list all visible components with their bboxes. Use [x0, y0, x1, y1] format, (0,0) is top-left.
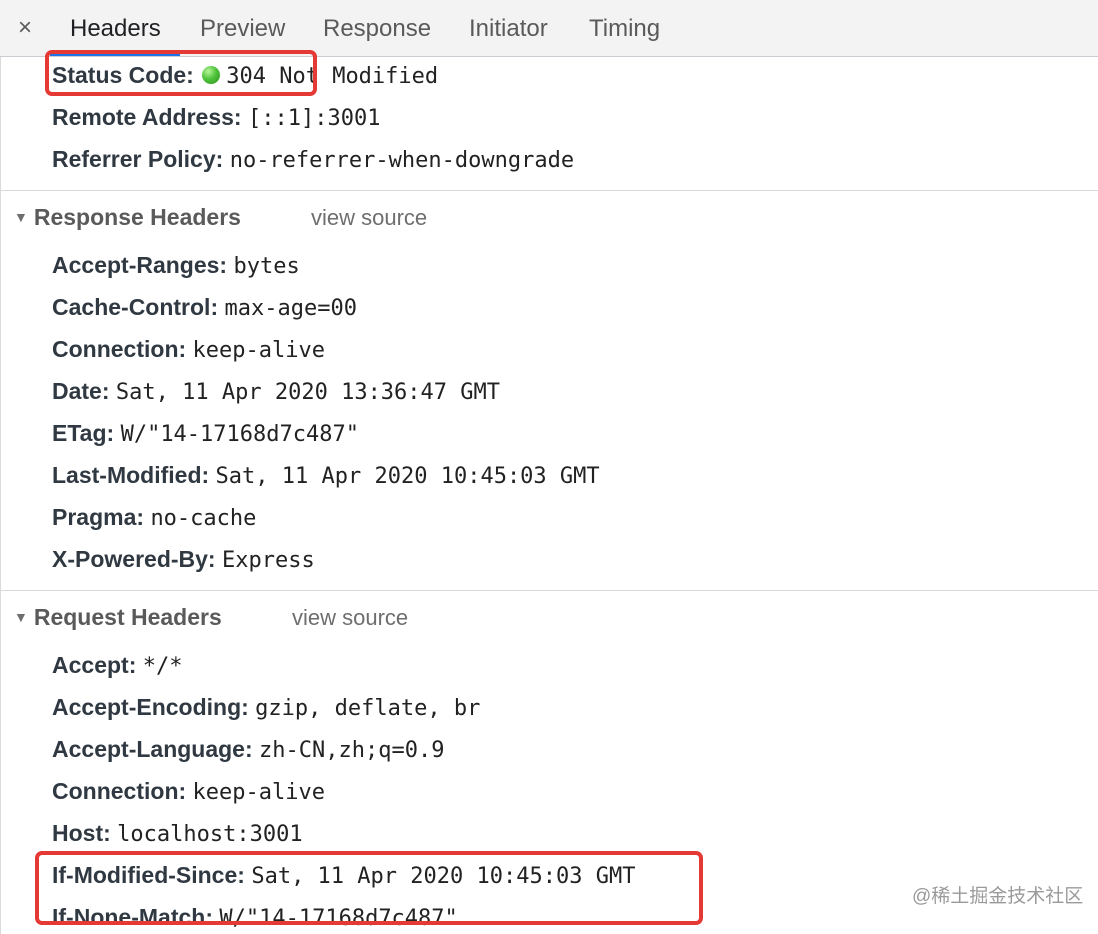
header-value: zh-CN,zh;q=0.9 — [259, 738, 445, 763]
referrer-policy-row: Referrer Policy: no-referrer-when-downgr… — [52, 144, 574, 176]
tab-timing[interactable]: Timing — [589, 14, 660, 44]
header-row: Pragma: no-cache — [52, 502, 256, 534]
header-key: X-Powered-By: — [52, 546, 216, 572]
header-row: Date: Sat, 11 Apr 2020 13:36:47 GMT — [52, 376, 500, 408]
header-row: Last-Modified: Sat, 11 Apr 2020 10:45:03… — [52, 460, 600, 492]
section-divider — [0, 190, 1098, 191]
header-value: localhost:3001 — [117, 822, 303, 847]
header-value: no-cache — [150, 506, 257, 531]
header-key: Accept: — [52, 652, 137, 678]
header-row: Host: localhost:3001 — [52, 818, 303, 850]
header-key: Host: — [52, 820, 111, 846]
header-row: Connection: keep-alive — [52, 776, 325, 808]
header-key: ETag: — [52, 420, 115, 446]
header-row: Accept: */* — [52, 650, 183, 682]
header-row: Accept-Language: zh-CN,zh;q=0.9 — [52, 734, 444, 766]
header-value: gzip, deflate, br — [255, 696, 481, 721]
tab-preview[interactable]: Preview — [200, 14, 285, 44]
conditional-headers-highlight — [35, 851, 703, 925]
header-key: Pragma: — [52, 504, 145, 530]
header-row: Connection: keep-alive — [52, 334, 325, 366]
request-view-source-link[interactable]: view source — [292, 603, 408, 633]
close-icon[interactable]: × — [18, 14, 32, 42]
panel-left-border — [0, 57, 1, 934]
header-row: Accept-Encoding: gzip, deflate, br — [52, 692, 480, 724]
header-key: Connection: — [52, 778, 187, 804]
triangle-down-icon: ▼ — [14, 609, 28, 625]
referrer-policy-value: no-referrer-when-downgrade — [229, 148, 575, 173]
remote-address-row: Remote Address: [::1]:3001 — [52, 102, 380, 134]
tab-headers[interactable]: Headers — [70, 14, 161, 44]
status-code-highlight — [45, 50, 317, 96]
header-value: W/"14-17168d7c487" — [120, 422, 359, 447]
header-row: X-Powered-By: Express — [52, 544, 315, 576]
header-value: Express — [221, 548, 315, 573]
header-row: Accept-Ranges: bytes — [52, 250, 300, 282]
tab-initiator[interactable]: Initiator — [469, 14, 548, 44]
header-key: Accept-Ranges: — [52, 252, 228, 278]
header-key: Last-Modified: — [52, 462, 210, 488]
remote-address-value: [::1]:3001 — [247, 106, 381, 131]
header-key: Cache-Control: — [52, 294, 219, 320]
header-key: Connection: — [52, 336, 187, 362]
section-divider — [0, 590, 1098, 591]
header-row: ETag: W/"14-17168d7c487" — [52, 418, 359, 450]
header-value: Sat, 11 Apr 2020 13:36:47 GMT — [115, 380, 501, 405]
header-value: bytes — [233, 254, 300, 279]
triangle-down-icon: ▼ — [14, 209, 28, 225]
header-value: keep-alive — [192, 780, 325, 805]
header-key: Accept-Language: — [52, 736, 253, 762]
header-key: Accept-Encoding: — [52, 694, 249, 720]
request-headers-toggle[interactable]: ▼ Request Headers — [14, 602, 222, 635]
request-headers-title: Request Headers — [33, 604, 222, 630]
referrer-policy-key: Referrer Policy: — [52, 146, 224, 172]
response-view-source-link[interactable]: view source — [311, 203, 427, 233]
remote-address-key: Remote Address: — [52, 104, 242, 130]
response-headers-title: Response Headers — [33, 204, 241, 230]
header-value: Sat, 11 Apr 2020 10:45:03 GMT — [215, 464, 600, 489]
watermark: @稀土掘金技术社区 — [912, 886, 1084, 907]
response-headers-toggle[interactable]: ▼ Response Headers — [14, 202, 241, 235]
header-value: keep-alive — [192, 338, 325, 363]
tab-response[interactable]: Response — [323, 14, 431, 44]
devtools-tab-bar: × Headers Preview Response Initiator Tim… — [0, 0, 1098, 57]
header-value: */* — [142, 654, 183, 679]
header-row: Cache-Control: max-age=00 — [52, 292, 357, 324]
header-value: max-age=00 — [224, 296, 357, 321]
header-key: Date: — [52, 378, 110, 404]
